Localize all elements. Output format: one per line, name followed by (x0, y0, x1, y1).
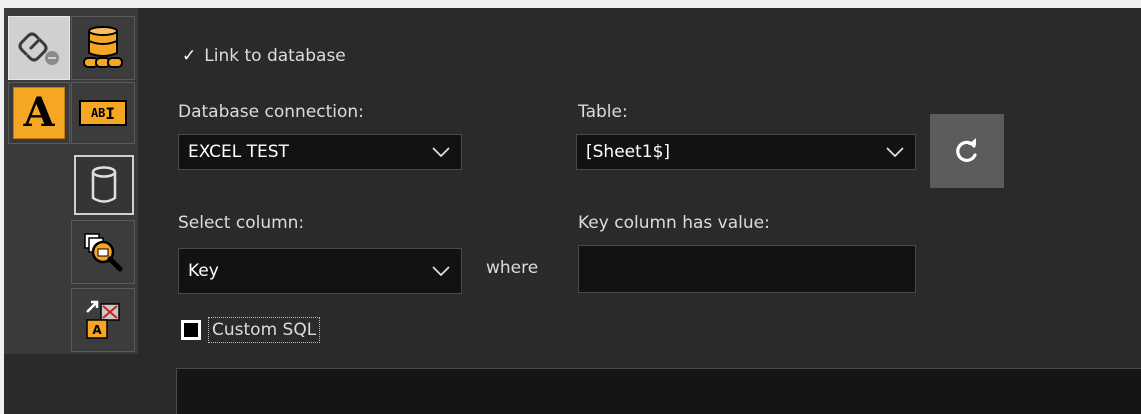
database-button[interactable] (74, 155, 134, 215)
refresh-icon (956, 138, 977, 162)
key-value-label: Key column has value: (578, 213, 770, 233)
link-button[interactable] (8, 16, 70, 80)
refresh-button[interactable] (930, 114, 1004, 188)
database-link-panel (4, 8, 1141, 414)
svg-text:A: A (92, 323, 102, 337)
database-link-icon (83, 26, 123, 68)
db-connection-value: EXCEL TEST (188, 142, 289, 162)
chevron-down-icon (431, 135, 451, 169)
db-connection-dropdown[interactable]: EXCEL TEST (178, 134, 462, 170)
field-mapping-button[interactable]: A (71, 288, 135, 352)
text-field-button[interactable]: AB I (71, 82, 135, 144)
chevron-down-icon (885, 135, 905, 169)
key-value-input[interactable] (578, 245, 916, 293)
text-button[interactable]: A (8, 82, 70, 144)
table-value: [Sheet1$] (586, 142, 671, 162)
table-label: Table: (578, 102, 628, 122)
text-field-icon: AB I (79, 100, 127, 126)
text-field-icon-label: AB (90, 106, 106, 120)
field-mapping-icon: A (86, 300, 120, 339)
custom-sql-checkbox[interactable] (181, 320, 201, 340)
db-connection-label: Database connection: (178, 102, 364, 122)
where-text: where (486, 258, 539, 278)
key-value-text (579, 259, 587, 279)
database-icon (91, 166, 117, 203)
select-column-value: Key (188, 261, 219, 281)
link-icon (18, 32, 59, 65)
database-search-icon (84, 233, 123, 272)
select-column-label: Select column: (178, 213, 305, 233)
checkmark-icon: ✓ (182, 46, 197, 66)
database-search-button[interactable] (71, 220, 135, 284)
link-to-database-label: Link to database (204, 46, 346, 66)
database-link-button[interactable] (71, 16, 135, 80)
select-column-dropdown[interactable]: Key (178, 248, 462, 294)
chevron-down-icon (431, 249, 451, 293)
custom-sql-textarea[interactable] (176, 368, 1141, 414)
text-A-icon: A (13, 87, 65, 139)
table-dropdown[interactable]: [Sheet1$] (576, 134, 916, 170)
custom-sql-label[interactable]: Custom SQL (208, 317, 321, 343)
link-to-database-toggle[interactable]: ✓ Link to database (182, 46, 346, 66)
